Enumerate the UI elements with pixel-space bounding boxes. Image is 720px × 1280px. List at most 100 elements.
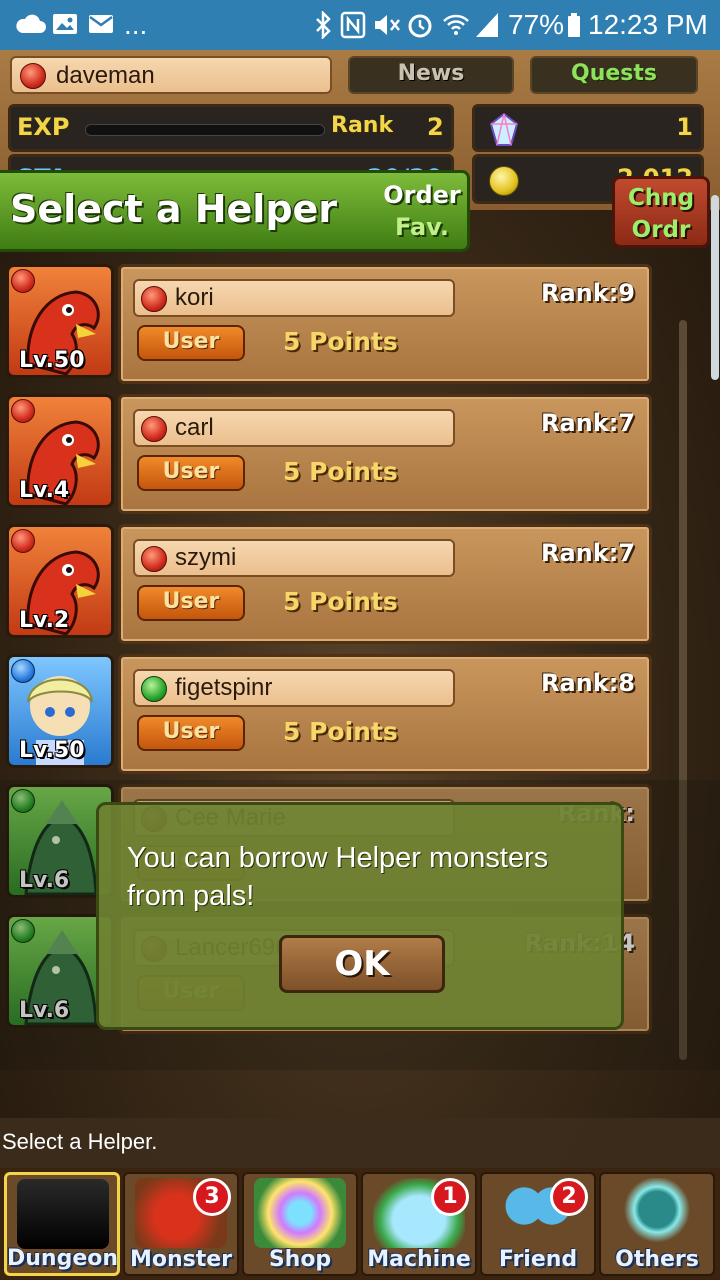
user-type-badge: User [137, 455, 245, 491]
notification-badge: 1 [431, 1178, 469, 1216]
player-name: daveman [56, 62, 155, 89]
helper-name: figetspinr [175, 674, 273, 701]
change-order-button[interactable]: Chng Ordr [612, 176, 710, 248]
helper-row-3[interactable]: Lv.2 szymi User 5 Points Rank:7 [6, 524, 652, 648]
helper-rank: Rank:8 [540, 669, 635, 697]
helper-orb-icon [141, 416, 167, 442]
image-icon [52, 11, 78, 39]
mail-icon [88, 11, 114, 39]
nav-friend[interactable]: Friend 2 [480, 1172, 596, 1276]
user-type-badge: User [137, 715, 245, 751]
helper-rank: Rank:9 [540, 279, 635, 307]
alarm-icon [406, 11, 434, 39]
ok-button[interactable]: OK [279, 935, 445, 993]
system-scroll-indicator [711, 195, 719, 380]
helper-name-box: carl [133, 409, 455, 447]
helper-info-panel: figetspinr User 5 Points Rank:8 [118, 654, 652, 774]
clock: 12:23 PM [588, 9, 708, 40]
helper-name: carl [175, 414, 214, 441]
bluetooth-icon [314, 9, 332, 41]
helper-name-box: figetspinr [133, 669, 455, 707]
nav-shop[interactable]: Shop [242, 1172, 358, 1276]
player-name-box: daveman [10, 56, 332, 94]
helper-name: kori [175, 284, 214, 311]
stones-panel: 1 [472, 104, 704, 152]
nav-label: Shop [268, 1247, 332, 1272]
nav-monster[interactable]: Monster 3 [123, 1172, 239, 1276]
others-icon [611, 1178, 703, 1248]
order-fav-button[interactable]: Order Fav. [362, 179, 482, 243]
nfc-icon [340, 11, 366, 39]
monster-level: Lv.50 [19, 348, 85, 373]
mute-icon [372, 11, 402, 39]
helper-orb-icon [141, 546, 167, 572]
dialog-message: You can borrow Helper monsters from pals… [127, 842, 549, 912]
helper-info-panel: kori User 5 Points Rank:9 [118, 264, 652, 384]
helper-name-box: szymi [133, 539, 455, 577]
helper-rank: Rank:7 [540, 409, 635, 437]
ordr-label: Ordr [631, 217, 691, 243]
nav-machine[interactable]: Machine 1 [361, 1172, 477, 1276]
user-type-badge: User [137, 325, 245, 361]
helper-info-panel: carl User 5 Points Rank:7 [118, 394, 652, 514]
order-label: Order [383, 181, 461, 209]
nav-dungeon[interactable]: Dungeon [4, 1172, 120, 1276]
nav-label: Friend [498, 1247, 578, 1272]
more-notifications: ... [124, 9, 148, 40]
helper-name: szymi [175, 544, 237, 571]
helper-name-box: kori [133, 279, 455, 317]
exp-panel: EXP Rank 2 [8, 104, 454, 152]
chng-label: Chng [627, 185, 695, 211]
news-button[interactable]: News [348, 56, 514, 94]
helper-rank: Rank:7 [540, 539, 635, 567]
magic-stone-icon [489, 112, 519, 151]
helper-info-panel: szymi User 5 Points Rank:7 [118, 524, 652, 644]
page-title: Select a Helper [10, 187, 338, 231]
monster-level: Lv.2 [19, 608, 70, 633]
cloud-icon [14, 11, 46, 39]
monster-portrait: Lv.4 [6, 394, 114, 508]
helper-row-2[interactable]: Lv.4 carl User 5 Points Rank:7 [6, 394, 652, 518]
fire-orb-icon [20, 63, 46, 89]
nav-label: Monster [129, 1247, 233, 1272]
nav-others[interactable]: Others [599, 1172, 715, 1276]
monster-level: Lv.4 [19, 478, 70, 503]
hint-bar: Select a Helper. [0, 1118, 720, 1168]
signal-icon [474, 11, 500, 39]
dungeon-icon [17, 1179, 109, 1249]
notification-badge: 3 [193, 1178, 231, 1216]
stones-count: 1 [676, 113, 693, 141]
coin-icon [489, 166, 519, 196]
nav-label: Machine [367, 1247, 471, 1272]
battery-percent: 77% [508, 9, 565, 40]
nav-label: Dungeon [7, 1246, 119, 1271]
shop-icon [254, 1178, 346, 1248]
fav-label: Fav. [395, 213, 449, 241]
rank-value: 2 [427, 113, 444, 141]
helper-orb-icon [141, 676, 167, 702]
status-bar: ... 77% 12:23 PM [0, 0, 720, 50]
monster-level: Lv.50 [19, 738, 85, 763]
user-type-badge: User [137, 585, 245, 621]
rank-label: Rank [331, 113, 394, 138]
monster-portrait: Lv.50 [6, 654, 114, 768]
quests-button[interactable]: Quests [530, 56, 698, 94]
select-helper-banner: Select a Helper Order Fav. [0, 170, 470, 252]
monster-portrait: Lv.2 [6, 524, 114, 638]
nav-label: Others [615, 1247, 699, 1272]
helper-row-1[interactable]: Lv.50 kori User 5 Points Rank:9 [6, 264, 652, 388]
helper-points: 5 Points [283, 327, 398, 356]
helper-points: 5 Points [283, 587, 398, 616]
exp-label: EXP [17, 113, 70, 141]
helper-points: 5 Points [283, 717, 398, 746]
helper-orb-icon [141, 286, 167, 312]
bottom-nav: Dungeon Monster 3 Shop Machine 1 Friend 2 Others [0, 1168, 720, 1280]
helper-row-4[interactable]: Lv.50 figetspinr User 5 Points Rank:8 [6, 654, 652, 778]
monster-portrait: Lv.50 [6, 264, 114, 378]
tutorial-dialog: You can borrow Helper monsters from pals… [96, 802, 624, 1030]
hint-text: Select a Helper. [2, 1129, 158, 1154]
notification-badge: 2 [550, 1178, 588, 1216]
wifi-icon [442, 11, 470, 39]
battery-icon [566, 11, 582, 39]
helper-points: 5 Points [283, 457, 398, 486]
